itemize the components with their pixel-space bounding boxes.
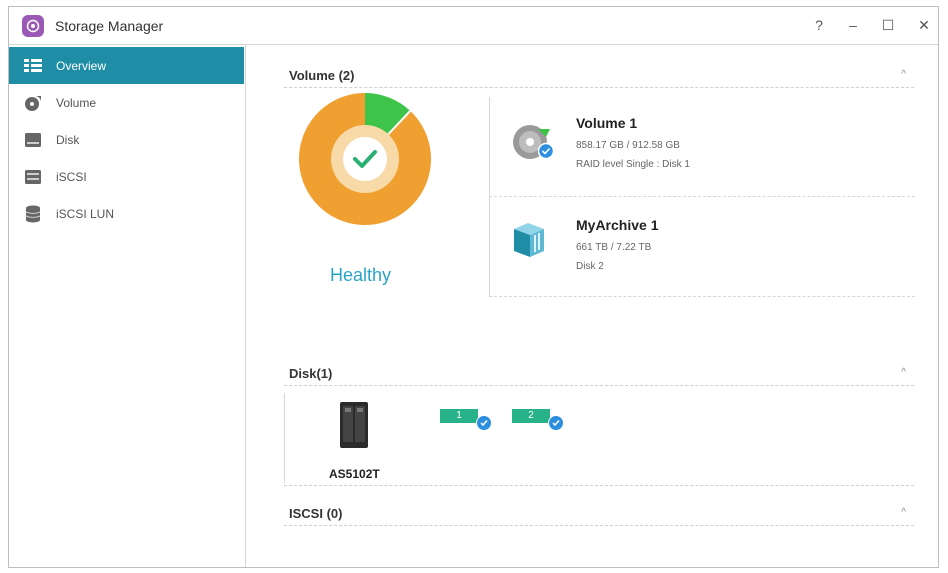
volume-name: MyArchive 1 bbox=[576, 217, 659, 233]
maximize-button[interactable]: ☐ bbox=[875, 13, 901, 37]
volume-icon bbox=[24, 94, 42, 112]
disk-section-header[interactable]: Disk(1) ^ bbox=[284, 363, 914, 386]
nas-device-icon[interactable] bbox=[339, 401, 369, 449]
nas-device-name: AS5102T bbox=[329, 467, 380, 481]
volume-disc-icon bbox=[513, 125, 555, 160]
disk-panel-divider bbox=[284, 393, 285, 483]
storage-manager-app-icon bbox=[22, 15, 44, 37]
sidebar-item-iscsi-lun[interactable]: iSCSI LUN bbox=[9, 195, 244, 232]
collapse-icon[interactable]: ^ bbox=[901, 69, 906, 80]
volume-name: Volume 1 bbox=[576, 115, 638, 131]
disk-slot-label: 2 bbox=[528, 410, 534, 421]
iscsi-section-header[interactable]: ISCSI (0) ^ bbox=[284, 503, 914, 526]
volume-status: Healthy bbox=[330, 265, 392, 285]
section-title: Volume (2) bbox=[289, 68, 355, 83]
volume-capacity: 661 TB / 7.22 TB bbox=[576, 242, 652, 253]
collapse-icon[interactable]: ^ bbox=[901, 367, 906, 378]
check-badge-icon bbox=[476, 415, 492, 431]
storage-manager-window: Storage Manager ? – ☐ ✕ Overview Volume … bbox=[8, 6, 939, 568]
sidebar-item-disk[interactable]: Disk bbox=[9, 121, 244, 158]
close-icon: ✕ bbox=[918, 16, 930, 33]
sidebar-item-label: Overview bbox=[56, 58, 107, 73]
disk-slot-2[interactable]: 2 bbox=[512, 409, 550, 423]
sidebar-item-label: Volume bbox=[56, 95, 97, 110]
volume-raid: RAID level Single : Disk 1 bbox=[576, 159, 690, 170]
minimize-icon: – bbox=[849, 17, 857, 33]
volume-section-header[interactable]: Volume (2) ^ bbox=[284, 65, 914, 88]
title-bar: Storage Manager ? – ☐ ✕ bbox=[9, 7, 938, 45]
volume-card-volume-1[interactable]: Volume 1 858.17 GB / 912.58 GB RAID leve… bbox=[489, 97, 915, 197]
sidebar-item-label: iSCSI bbox=[56, 169, 87, 184]
sidebar-item-label: iSCSI LUN bbox=[56, 206, 115, 221]
collapse-icon[interactable]: ^ bbox=[901, 507, 906, 518]
iscsi-icon bbox=[24, 168, 42, 186]
volume-health-donut bbox=[299, 93, 431, 225]
donut-center bbox=[343, 137, 387, 181]
myarchive-icon bbox=[514, 223, 544, 257]
main-content: Volume (2) ^ Healthy Volume 1 858.17 GB … bbox=[246, 45, 938, 567]
sidebar-item-label: Disk bbox=[56, 132, 80, 147]
window-title: Storage Manager bbox=[55, 18, 164, 34]
iscsi-lun-icon bbox=[24, 205, 42, 223]
volume-card-myarchive-1[interactable]: MyArchive 1 661 TB / 7.22 TB Disk 2 bbox=[489, 197, 915, 297]
sidebar: Overview Volume Disk iSCSI iSCSI LUN bbox=[9, 45, 246, 567]
sidebar-item-iscsi[interactable]: iSCSI bbox=[9, 158, 244, 195]
volume-disk: Disk 2 bbox=[576, 261, 604, 272]
sidebar-item-volume[interactable]: Volume bbox=[9, 84, 244, 121]
section-title: Disk(1) bbox=[289, 366, 333, 381]
disk-icon bbox=[24, 131, 42, 149]
check-badge-icon bbox=[548, 415, 564, 431]
disk-slot-label: 1 bbox=[456, 410, 462, 421]
close-button[interactable]: ✕ bbox=[911, 13, 937, 37]
section-title: ISCSI (0) bbox=[289, 506, 343, 521]
volume-capacity: 858.17 GB / 912.58 GB bbox=[576, 140, 680, 151]
help-icon: ? bbox=[815, 17, 823, 33]
sidebar-item-overview[interactable]: Overview bbox=[9, 47, 244, 84]
maximize-icon: ☐ bbox=[881, 16, 895, 33]
disk-slot-1[interactable]: 1 bbox=[440, 409, 478, 423]
help-button[interactable]: ? bbox=[806, 13, 832, 37]
disk-section-divider bbox=[284, 485, 914, 486]
overview-icon bbox=[24, 57, 42, 75]
minimize-button[interactable]: – bbox=[840, 13, 866, 37]
